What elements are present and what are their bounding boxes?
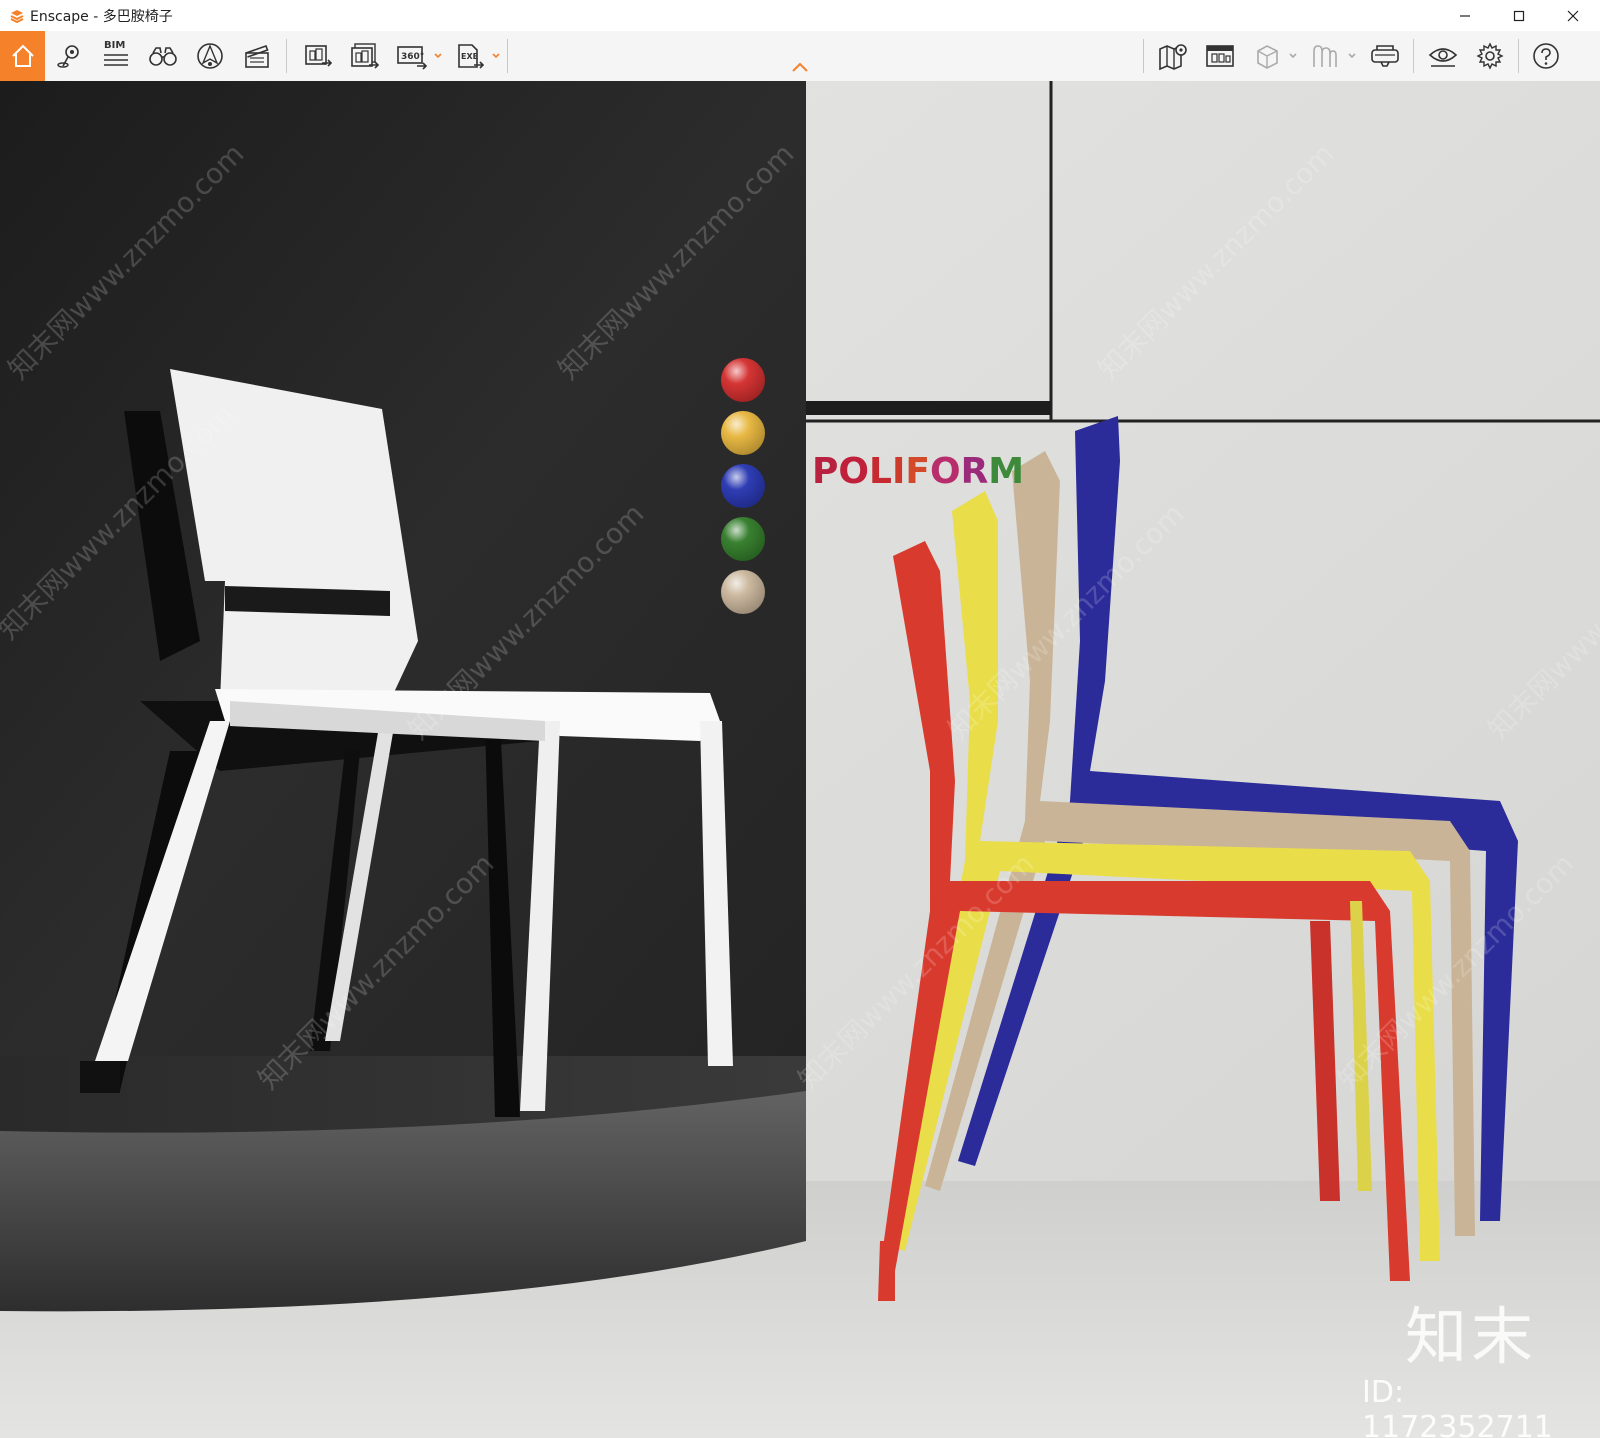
maximize-icon bbox=[1513, 10, 1525, 21]
chevron-down-icon[interactable] bbox=[1347, 51, 1357, 61]
compass-icon bbox=[197, 43, 223, 69]
close-button[interactable] bbox=[1546, 0, 1600, 31]
chevron-down-icon[interactable] bbox=[491, 51, 501, 61]
brand-letter: P bbox=[812, 451, 839, 492]
color-swatch bbox=[721, 358, 765, 402]
panorama-button[interactable]: 360° bbox=[390, 34, 434, 78]
brand-letter: I bbox=[891, 451, 906, 492]
exe-label: EXE bbox=[461, 52, 478, 61]
bim-label: BIM bbox=[104, 40, 126, 51]
view-cube-icon bbox=[1257, 45, 1278, 69]
settings-button[interactable] bbox=[1468, 34, 1512, 78]
video-editor-button[interactable] bbox=[235, 34, 279, 78]
toolbar: BIM 360° EXE bbox=[0, 31, 1600, 82]
color-swatch bbox=[721, 411, 765, 455]
maximize-button[interactable] bbox=[1492, 0, 1546, 31]
render-screenshot-icon bbox=[305, 45, 333, 67]
window-controls bbox=[1438, 0, 1600, 31]
chevron-down-icon[interactable] bbox=[1288, 51, 1298, 61]
export-exe-button[interactable]: EXE bbox=[448, 34, 492, 78]
brand-letter: M bbox=[988, 451, 1025, 492]
map-icon bbox=[1159, 44, 1187, 71]
enscape-logo-icon bbox=[8, 7, 26, 25]
binoculars-button[interactable] bbox=[141, 34, 185, 78]
location-button[interactable] bbox=[47, 34, 91, 78]
asset-library-icon bbox=[1206, 45, 1234, 67]
title-bar: Enscape - 多巴胺椅子 bbox=[0, 0, 1600, 31]
batch-render-icon bbox=[351, 43, 380, 69]
binoculars-icon bbox=[149, 47, 177, 66]
material-editor-button[interactable] bbox=[1302, 34, 1346, 78]
help-button[interactable] bbox=[1524, 34, 1568, 78]
export-exe-icon: EXE bbox=[458, 44, 485, 69]
location-pin-icon bbox=[57, 45, 79, 68]
asset-library-button[interactable] bbox=[1198, 34, 1242, 78]
vr-headset-icon bbox=[1371, 45, 1399, 67]
compass-button[interactable] bbox=[188, 34, 232, 78]
brand-letter: F bbox=[905, 451, 930, 492]
panorama-label: 360° bbox=[401, 52, 424, 62]
color-swatch bbox=[721, 464, 765, 508]
color-swatch bbox=[721, 570, 765, 614]
brand-letter: L bbox=[869, 451, 892, 492]
brand-letter: R bbox=[960, 451, 989, 492]
window-title: Enscape - 多巴胺椅子 bbox=[30, 6, 173, 26]
help-icon bbox=[1533, 43, 1559, 69]
visual-settings-eye-icon bbox=[1428, 48, 1458, 67]
project-name: 多巴胺椅子 bbox=[102, 8, 173, 25]
settings-gear-icon bbox=[1476, 42, 1504, 70]
collapse-toolbar-icon[interactable] bbox=[791, 60, 809, 74]
close-icon bbox=[1567, 10, 1579, 21]
home-button[interactable] bbox=[0, 31, 45, 81]
toolbar-separator bbox=[507, 39, 508, 73]
toolbar-separator bbox=[1518, 39, 1519, 73]
title-separator: - bbox=[88, 8, 103, 25]
batch-render-button[interactable] bbox=[343, 34, 387, 78]
brand-letter: O bbox=[929, 451, 961, 492]
map-button[interactable] bbox=[1151, 34, 1195, 78]
home-icon bbox=[11, 44, 34, 67]
wall-shelf bbox=[806, 401, 1051, 415]
minimize-icon bbox=[1460, 14, 1470, 17]
render-viewport[interactable]: 知末网www.znzmo.com 知末网www.znzmo.com 知末网www… bbox=[0, 81, 1600, 1438]
panorama-360-icon: 360° bbox=[397, 46, 428, 70]
toolbar-separator bbox=[1143, 39, 1144, 73]
clapperboard-icon bbox=[245, 44, 269, 68]
app-name: Enscape bbox=[30, 8, 89, 25]
chevron-down-icon[interactable] bbox=[433, 51, 443, 61]
view-cube-button[interactable] bbox=[1245, 34, 1289, 78]
rendered-scene: 知末网www.znzmo.com 知末网www.znzmo.com 知末网www… bbox=[0, 81, 1600, 1438]
material-editor-icon bbox=[1313, 45, 1337, 67]
watermark-logo: 知末 bbox=[1405, 1300, 1538, 1373]
watermark-id: ID: 1172352711 bbox=[1362, 1375, 1553, 1438]
visual-settings-button[interactable] bbox=[1421, 34, 1465, 78]
toolbar-separator bbox=[1413, 39, 1414, 73]
color-swatch bbox=[721, 517, 765, 561]
minimize-button[interactable] bbox=[1438, 0, 1492, 31]
brand-letter: O bbox=[838, 451, 869, 492]
screenshot-button[interactable] bbox=[296, 34, 340, 78]
toolbar-separator bbox=[286, 39, 287, 73]
poliform-brand-text: POLIFORM bbox=[812, 451, 1024, 492]
bim-button[interactable]: BIM bbox=[94, 34, 138, 78]
vr-headset-button[interactable] bbox=[1363, 34, 1407, 78]
